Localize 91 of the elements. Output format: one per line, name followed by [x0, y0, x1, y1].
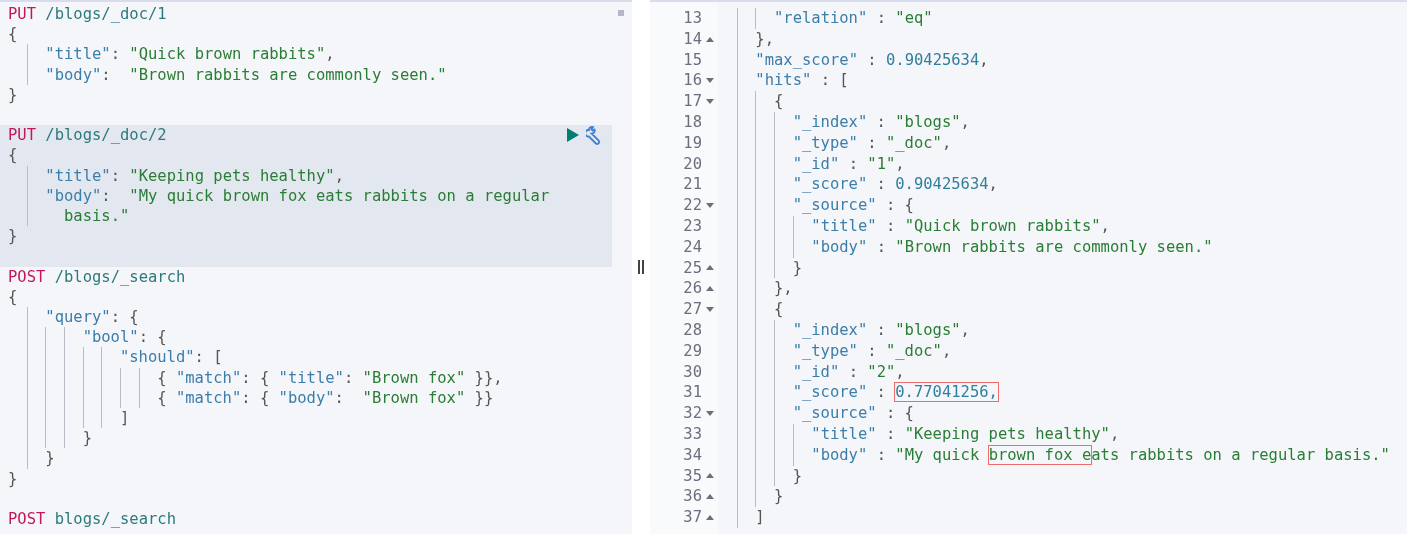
fold-arrow-icon[interactable] — [705, 494, 714, 500]
resize-handle-icon[interactable] — [638, 260, 644, 274]
line-number: 18 — [683, 112, 702, 133]
fold-arrow-icon[interactable] — [705, 286, 714, 292]
code-line: ] — [119, 408, 131, 429]
request-editor[interactable] — [0, 0, 632, 534]
highlight-box: 0.77041256, — [895, 383, 998, 402]
code-line: "body" : "Brown rabbits are commonly seen." — [811, 236, 1213, 258]
request-line: PUT /blogs/_doc/2 — [8, 126, 167, 145]
fold-arrow-icon[interactable] — [705, 99, 714, 105]
request-line: POST /blogs/_search — [8, 267, 186, 286]
code-line: "should": [ — [119, 347, 223, 368]
line-number: 13 — [683, 8, 702, 29]
fold-arrow-icon[interactable] — [705, 36, 714, 42]
fold-arrow-icon[interactable] — [705, 78, 714, 84]
code-line: "_score" : 0.90425634, — [792, 174, 998, 196]
code-line: { — [773, 299, 784, 320]
code-line: } — [773, 486, 784, 508]
code-line: "_id" : "1", — [792, 153, 905, 175]
line-number: 14 — [683, 28, 702, 50]
code-line: "max_score" : 0.90425634, — [755, 49, 989, 71]
code-line: } — [792, 257, 802, 279]
line-number: 37 — [683, 507, 702, 528]
code-line: "body": "My quick brown fox eats rabbits on a regular basis." — [45, 185, 551, 227]
code-line: "bool": { — [82, 327, 167, 348]
code-line: { "match": { "body": "Brown fox" }} — [157, 387, 494, 408]
request-block[interactable]: PUT /blogs/_doc/2 { "title": "Keeping pets healthy", "body": "My quick brown fox eats rabbits on a regular basis." } — [0, 125, 612, 267]
line-number: 33 — [683, 423, 702, 445]
fold-arrow-icon[interactable] — [705, 515, 714, 520]
line-number: 15 — [683, 49, 702, 71]
play-icon[interactable] — [566, 127, 580, 144]
line-number: 23 — [683, 215, 702, 237]
code-line: "title" : "Quick brown rabbits", — [811, 215, 1110, 237]
code-line: "body": "Brown rabbits are commonly seen." — [45, 64, 447, 85]
code-line: } — [792, 465, 802, 487]
line-number: 19 — [683, 132, 702, 154]
line-number: 16 — [683, 70, 702, 92]
line-number: 29 — [683, 340, 702, 362]
line-number: 25 — [683, 257, 702, 279]
code-line: } — [8, 226, 19, 247]
code-line: "title": "Keeping pets healthy", — [45, 165, 344, 186]
line-number: 20 — [683, 153, 702, 175]
line-number: 27 — [683, 299, 702, 320]
code-line: "hits" : [ — [755, 70, 849, 92]
fold-arrow-icon[interactable] — [705, 307, 714, 313]
code-line: "_score" : 0.77041256, — [792, 382, 998, 404]
code-line: "query": { — [45, 306, 139, 328]
request-line: POST blogs/_search — [8, 510, 176, 529]
code-line: "_source" : { — [792, 403, 914, 424]
line-number: 32 — [683, 403, 702, 424]
request-block[interactable]: POST /blogs/_search { "query": { "bool": { "should": [ { "match": { "title": "Brown fox" }}, { "match": { "body": "Brown fox" }} ] } } } — [0, 266, 612, 509]
code-line: } — [82, 428, 93, 449]
code-line: { "match": { "title": "Brown fox" }}, — [157, 367, 503, 388]
code-line: { — [8, 286, 19, 307]
code-line: "relation" : "eq" — [773, 8, 933, 29]
code-line: { — [8, 145, 19, 166]
code-line: } — [8, 84, 19, 105]
fold-arrow-icon[interactable] — [705, 265, 714, 271]
code-line: "_index" : "blogs", — [792, 112, 970, 133]
line-number: 21 — [683, 174, 702, 196]
line-number: 34 — [683, 444, 702, 466]
line-number: 36 — [683, 486, 702, 508]
request-block[interactable]: POST blogs/_search — [0, 509, 612, 534]
line-number: 22 — [683, 195, 702, 216]
code-line: "_index" : "blogs", — [792, 319, 970, 341]
line-number: 26 — [683, 278, 702, 300]
code-line: "_source" : { — [792, 195, 914, 216]
code-line: ] — [755, 507, 765, 528]
code-line: }, — [755, 28, 774, 50]
highlight-box: brown fox e — [988, 445, 1092, 464]
fold-arrow-icon[interactable] — [705, 411, 714, 417]
request-block[interactable]: PUT /blogs/_doc/1 { "title": "Quick brown rabbits", "body": "Brown rabbits are commonly seen." } — [0, 4, 612, 126]
code-line: "title": "Quick brown rabbits", — [45, 44, 335, 65]
code-line: } — [8, 468, 19, 489]
code-line: }, — [773, 278, 793, 300]
code-line: } — [45, 448, 56, 469]
code-line: { — [773, 91, 784, 112]
line-number: 31 — [683, 382, 702, 404]
line-number: 24 — [683, 236, 702, 258]
line-number: 30 — [683, 361, 702, 383]
code-line: "title" : "Keeping pets healthy", — [811, 423, 1120, 445]
code-line: "_type" : "_doc", — [792, 340, 952, 362]
line-number: 28 — [683, 319, 702, 341]
code-line: { — [8, 24, 19, 45]
request-line: PUT /blogs/_doc/1 — [8, 5, 167, 24]
fold-arrow-icon[interactable] — [705, 203, 714, 209]
line-number: 35 — [683, 465, 702, 487]
code-line: "_type" : "_doc", — [792, 132, 952, 154]
line-number: 17 — [683, 91, 702, 112]
fold-arrow-icon[interactable] — [705, 473, 714, 479]
code-line: "_id" : "2", — [792, 361, 905, 383]
